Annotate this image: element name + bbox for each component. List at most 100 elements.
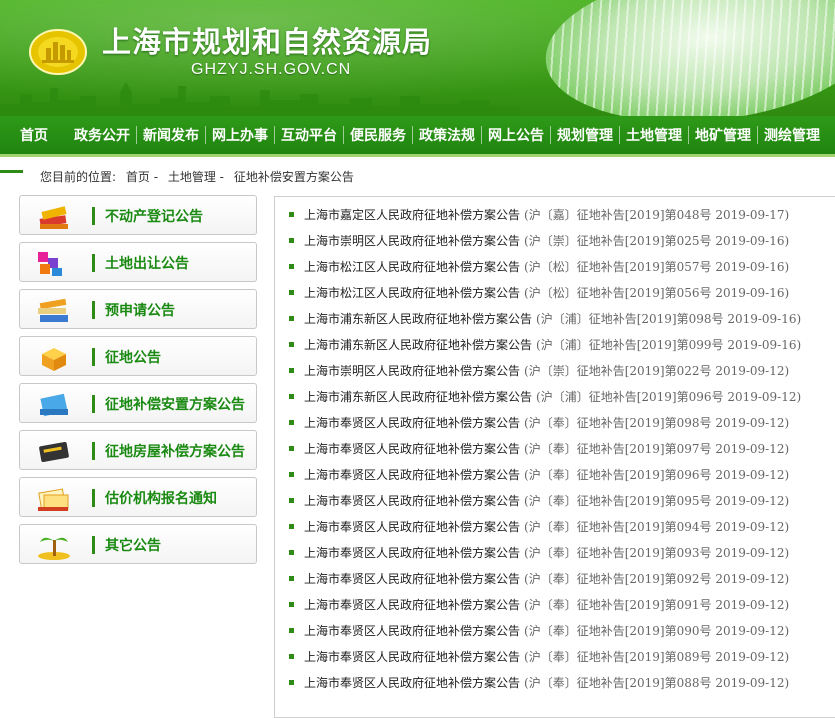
sidebar-item-accent [92,301,95,319]
nav-interaction[interactable]: 互动平台 [275,125,343,145]
folder-stack-icon [38,298,68,322]
notice-list-item[interactable]: 上海市奉贤区人民政府征地补偿方案公告 (沪〔奉〕征地补告[2019]第094号 2… [289,518,789,536]
nav-announcements[interactable]: 网上公告 [482,125,550,145]
notice-title-link[interactable]: 上海市奉贤区人民政府征地补偿方案公告 [304,598,520,612]
sidebar-item-accent [92,395,95,413]
notice-meta: (沪〔浦〕征地补告[2019]第096号 2019-09-12) [536,390,802,404]
notice-title-link[interactable]: 上海市奉贤区人民政府征地补偿方案公告 [304,468,520,482]
bullet-icon [289,212,294,217]
stadium-decoration [538,0,835,116]
bullet-icon [289,394,294,399]
notice-meta: (沪〔松〕征地补告[2019]第057号 2019-09-16) [524,260,790,274]
notice-title-link[interactable]: 上海市嘉定区人民政府征地补偿方案公告 [304,208,520,222]
sidebar-item-pre-application[interactable]: 预申请公告 [19,289,257,329]
notice-title-link[interactable]: 上海市松江区人民政府征地补偿方案公告 [304,286,520,300]
book-stack-icon [39,206,68,229]
sidebar-item-property-registration[interactable]: 不动产登记公告 [19,195,257,235]
bullet-icon [289,368,294,373]
notice-list-item[interactable]: 上海市松江区人民政府征地补偿方案公告 (沪〔松〕征地补告[2019]第056号 2… [289,284,789,302]
notice-title-link[interactable]: 上海市崇明区人民政府征地补偿方案公告 [304,364,520,378]
notice-list-item[interactable]: 上海市奉贤区人民政府征地补偿方案公告 (沪〔奉〕征地补告[2019]第098号 2… [289,414,789,432]
nav-land[interactable]: 土地管理 [620,125,688,145]
notice-title-link[interactable]: 上海市奉贤区人民政府征地补偿方案公告 [304,416,520,430]
notice-list-item[interactable]: 上海市嘉定区人民政府征地补偿方案公告 (沪〔嘉〕征地补告[2019]第048号 2… [289,206,789,224]
nav-public-services[interactable]: 便民服务 [344,125,412,145]
bureau-logo-icon [29,29,87,75]
notice-title-link[interactable]: 上海市奉贤区人民政府征地补偿方案公告 [304,442,520,456]
notice-list-item[interactable]: 上海市奉贤区人民政府征地补偿方案公告 (沪〔奉〕征地补告[2019]第092号 2… [289,570,789,588]
notice-title-link[interactable]: 上海市奉贤区人民政府征地补偿方案公告 [304,650,520,664]
nav-government-affairs[interactable]: 政务公开 [68,125,136,145]
bullet-icon [289,628,294,633]
notice-list-item[interactable]: 上海市浦东新区人民政府征地补偿方案公告 (沪〔浦〕征地补告[2019]第096号 … [289,388,801,406]
notice-title-link[interactable]: 上海市松江区人民政府征地补偿方案公告 [304,260,520,274]
notice-list-item[interactable]: 上海市奉贤区人民政府征地补偿方案公告 (沪〔奉〕征地补告[2019]第095号 2… [289,492,789,510]
bullet-icon [289,680,294,685]
notice-meta: (沪〔奉〕征地补告[2019]第096号 2019-09-12) [524,468,790,482]
breadcrumb-current[interactable]: 征地补偿安置方案公告 [234,170,354,184]
notice-list-item[interactable]: 上海市崇明区人民政府征地补偿方案公告 (沪〔崇〕征地补告[2019]第025号 2… [289,232,789,250]
bullet-icon [289,316,294,321]
notice-list-item[interactable]: 上海市浦东新区人民政府征地补偿方案公告 (沪〔浦〕征地补告[2019]第098号 … [289,310,801,328]
bullet-icon [289,290,294,295]
documents-icon [38,488,69,511]
notice-title-link[interactable]: 上海市奉贤区人民政府征地补偿方案公告 [304,624,520,638]
notice-meta: (沪〔嘉〕征地补告[2019]第048号 2019-09-17) [524,208,790,222]
notice-title-link[interactable]: 上海市奉贤区人民政府征地补偿方案公告 [304,572,520,586]
notice-meta: (沪〔浦〕征地补告[2019]第099号 2019-09-16) [536,338,802,352]
sidebar-item-housing-compensation[interactable]: 征地房屋补偿方案公告 [19,430,257,470]
bullet-icon [289,342,294,347]
site-domain: GHZYJ.SH.GOV.CN [191,61,352,78]
breadcrumb-land[interactable]: 土地管理 - [168,170,224,184]
notice-meta: (沪〔奉〕征地补告[2019]第095号 2019-09-12) [524,494,790,508]
sidebar-item-land-acquisition[interactable]: 征地公告 [19,336,257,376]
notice-list-item[interactable]: 上海市奉贤区人民政府征地补偿方案公告 (沪〔奉〕征地补告[2019]第097号 2… [289,440,789,458]
nav-planning[interactable]: 规划管理 [551,125,619,145]
sidebar-item-label: 估价机构报名通知 [105,491,217,507]
notice-meta: (沪〔奉〕征地补告[2019]第090号 2019-09-12) [524,624,790,638]
bullet-icon [289,498,294,503]
nav-online-services[interactable]: 网上办事 [206,125,274,145]
breadcrumb-home[interactable]: 首页 - [126,170,158,184]
city-skyline-decoration [0,82,520,116]
sidebar-item-accent [92,348,95,366]
palm-tree-icon [38,537,70,560]
notice-title-link[interactable]: 上海市奉贤区人民政府征地补偿方案公告 [304,494,520,508]
notice-list-item[interactable]: 上海市奉贤区人民政府征地补偿方案公告 (沪〔奉〕征地补告[2019]第090号 2… [289,622,789,640]
bullet-icon [289,602,294,607]
notice-list-item[interactable]: 上海市奉贤区人民政府征地补偿方案公告 (沪〔奉〕征地补告[2019]第091号 2… [289,596,789,614]
notice-title-link[interactable]: 上海市浦东新区人民政府征地补偿方案公告 [304,390,532,404]
sidebar-item-accent [92,536,95,554]
nav-mining[interactable]: 地矿管理 [689,125,757,145]
sidebar-item-land-transfer[interactable]: 土地出让公告 [19,242,257,282]
notice-list-item[interactable]: 上海市松江区人民政府征地补偿方案公告 (沪〔松〕征地补告[2019]第057号 2… [289,258,789,276]
notice-title-link[interactable]: 上海市奉贤区人民政府征地补偿方案公告 [304,676,520,690]
notice-title-link[interactable]: 上海市崇明区人民政府征地补偿方案公告 [304,234,520,248]
notice-list-item[interactable]: 上海市奉贤区人民政府征地补偿方案公告 (沪〔奉〕征地补告[2019]第089号 2… [289,648,789,666]
breadcrumb-label: 您目前的位置: [40,170,117,184]
notice-list-item[interactable]: 上海市崇明区人民政府征地补偿方案公告 (沪〔崇〕征地补告[2019]第022号 2… [289,362,789,380]
sidebar-item-compensation-plan[interactable]: 征地补偿安置方案公告 [19,383,257,423]
sidebar-item-accent [92,442,95,460]
notice-meta: (沪〔奉〕征地补告[2019]第092号 2019-09-12) [524,572,790,586]
notice-list-item[interactable]: 上海市奉贤区人民政府征地补偿方案公告 (沪〔奉〕征地补告[2019]第093号 2… [289,544,789,562]
breadcrumb: 您目前的位置: 首页 - 土地管理 - 征地补偿安置方案公告 [40,168,360,185]
bullet-icon [289,264,294,269]
nav-home[interactable]: 首页 [14,125,54,145]
bullet-icon [289,446,294,451]
notice-title-link[interactable]: 上海市奉贤区人民政府征地补偿方案公告 [304,546,520,560]
notice-list-item[interactable]: 上海市奉贤区人民政府征地补偿方案公告 (沪〔奉〕征地补告[2019]第088号 2… [289,674,789,692]
notice-meta: (沪〔奉〕征地补告[2019]第093号 2019-09-12) [524,546,790,560]
notice-list-item[interactable]: 上海市浦东新区人民政府征地补偿方案公告 (沪〔浦〕征地补告[2019]第099号 … [289,336,801,354]
notice-list-item[interactable]: 上海市奉贤区人民政府征地补偿方案公告 (沪〔奉〕征地补告[2019]第096号 2… [289,466,789,484]
notice-title-link[interactable]: 上海市奉贤区人民政府征地补偿方案公告 [304,520,520,534]
nav-policies[interactable]: 政策法规 [413,125,481,145]
nav-news[interactable]: 新闻发布 [137,125,205,145]
notice-meta: (沪〔奉〕征地补告[2019]第094号 2019-09-12) [524,520,790,534]
sidebar-item-appraisal-registration[interactable]: 估价机构报名通知 [19,477,257,517]
sidebar-item-other-notices[interactable]: 其它公告 [19,524,257,564]
notice-title-link[interactable]: 上海市浦东新区人民政府征地补偿方案公告 [304,312,532,326]
sidebar-item-label: 征地房屋补偿方案公告 [105,444,245,460]
notice-title-link[interactable]: 上海市浦东新区人民政府征地补偿方案公告 [304,338,532,352]
nav-surveying[interactable]: 测绘管理 [758,125,826,145]
